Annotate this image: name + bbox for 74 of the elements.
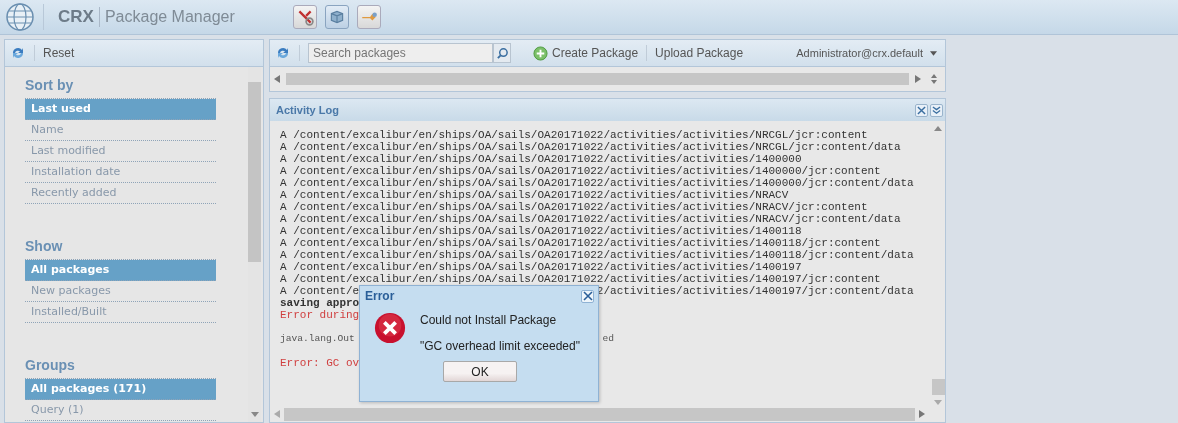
scroll-thumb[interactable] (284, 407, 915, 421)
log-line: A /content/excalibur/en/ships/OA/sails/OA20171022/activities/activities/NRCGL/jcr:content/data (280, 141, 901, 153)
scroll-thumb[interactable] (931, 379, 945, 395)
toolbar-button[interactable] (324, 5, 349, 29)
log-line: Error during (280, 309, 360, 321)
log-line: A /content/excalibur/en/ships/OA/sails/OA20171022/activities/activities/1400000/jcr:content/data (280, 177, 914, 189)
search-icon (495, 46, 509, 60)
double-chevron-icon (932, 105, 941, 115)
error-detail: "GC overhead limit exceeded" (420, 339, 580, 353)
log-line: A /content/excalibur/en/ships/OA/sails/OA20171022/activities/activities/1400118 (280, 225, 802, 237)
search-button[interactable] (493, 43, 511, 63)
user-menu[interactable]: Administrator@crx.default (796, 47, 937, 59)
toolbar-button[interactable] (292, 5, 317, 29)
filter-option[interactable]: All packages (25, 260, 216, 281)
close-button[interactable] (581, 289, 594, 303)
left-arrow-icon[interactable] (274, 75, 280, 83)
error-message: Could not Install Package (420, 313, 558, 327)
log-line: A /content/excalibur/en/ships/OA/sails/OA20171022/activities/activities/1400118/jcr:content/data (280, 249, 914, 261)
log-line: A /content/excalibur/en/ships/OA/sails/OA20171022/activities/activities/NRACV (280, 189, 789, 201)
app-title: Package Manager (104, 8, 235, 26)
close-icon (582, 291, 593, 301)
filter-option[interactable]: New packages (25, 281, 216, 302)
scroll-thumb[interactable] (286, 73, 909, 85)
section-heading: Show (25, 238, 64, 254)
dialog-title: Error (365, 289, 396, 303)
plus-icon (533, 45, 548, 61)
filter-option[interactable]: Installed/Built (25, 302, 216, 323)
down-arrow-icon[interactable] (250, 412, 259, 418)
filter-option[interactable]: Last used (25, 99, 216, 120)
search-field[interactable]: Search packages (308, 43, 493, 63)
reset-button[interactable]: Reset (43, 46, 75, 60)
log-line: A /content/excalibur/en/ships/OA/sails/OA20171022/activities/activities/1400197 (280, 261, 802, 273)
ok-button[interactable]: OK (443, 361, 517, 382)
section-heading: Groups (25, 357, 76, 373)
filter-option[interactable]: All packages (171) (25, 379, 216, 400)
error-icon (374, 312, 406, 344)
right-arrow-icon[interactable] (919, 410, 925, 418)
globe-logo-icon (5, 2, 35, 32)
log-line: A /content/excalibur/en/ships/OA/sails/OA20171022/activities/activities/1400000 (280, 153, 802, 165)
filter-option[interactable]: Last modified (25, 141, 216, 162)
log-line: A /content/excalibur/en/ships/OA/sails/OA20171022/activities/activities/NRACV/jcr:content (280, 201, 868, 213)
log-line: saving appro (280, 297, 360, 309)
filter-option[interactable]: Installation date (25, 162, 216, 183)
left-arrow-icon[interactable] (274, 410, 280, 418)
right-arrow-icon[interactable] (915, 75, 921, 83)
log-line: A /content/e (280, 285, 360, 297)
caret-icon (930, 50, 937, 56)
refresh-icon[interactable] (275, 45, 291, 61)
collapse-button[interactable] (930, 103, 943, 117)
log-line: A /content/excalibur/en/ships/OA/sails/OA20171022/activities/activities/1400000/jcr:content (280, 165, 881, 177)
log-line: A /content/excalibur/en/ships/OA/sails/OA20171022/activities/activities/1400118/jcr:content (280, 237, 881, 249)
log-line: Error: GC ov (280, 357, 360, 369)
down-arrow-icon[interactable] (934, 400, 942, 406)
close-icon (917, 105, 926, 115)
filter-option[interactable]: Name (25, 120, 216, 141)
filter-option[interactable]: Recently added (25, 183, 216, 204)
scroll-thumb[interactable] (248, 82, 261, 262)
panel-title: Activity Log (276, 104, 339, 116)
log-line: A /content/excalibur/en/ships/OA/sails/OA20171022/activities/activities/1400197/jcr:content (280, 273, 881, 285)
refresh-icon[interactable] (10, 45, 26, 61)
log-line: java.lang.Out (280, 333, 355, 344)
log-line: 2/activities/activities/1400197/jcr:content/data (596, 285, 914, 297)
brand-name: CRX (58, 7, 100, 27)
resize-arrows-icon[interactable] (931, 74, 937, 84)
create-package-button[interactable]: Create Package (533, 45, 639, 61)
section-heading: Sort by (25, 77, 75, 93)
close-button[interactable] (915, 103, 928, 117)
upload-package-button[interactable]: Upload Package (655, 46, 744, 60)
log-line: ed (602, 333, 614, 345)
up-arrow-icon[interactable] (934, 125, 942, 131)
toolbar-button[interactable] (356, 5, 381, 29)
log-line: A /content/excalibur/en/ships/OA/sails/OA20171022/activities/activities/NRCGL/jcr:content (280, 129, 868, 141)
log-line: A /content/excalibur/en/ships/OA/sails/OA20171022/activities/activities/NRACV/jcr:content/data (280, 213, 901, 225)
filter-option[interactable]: Query (1) (25, 400, 216, 421)
